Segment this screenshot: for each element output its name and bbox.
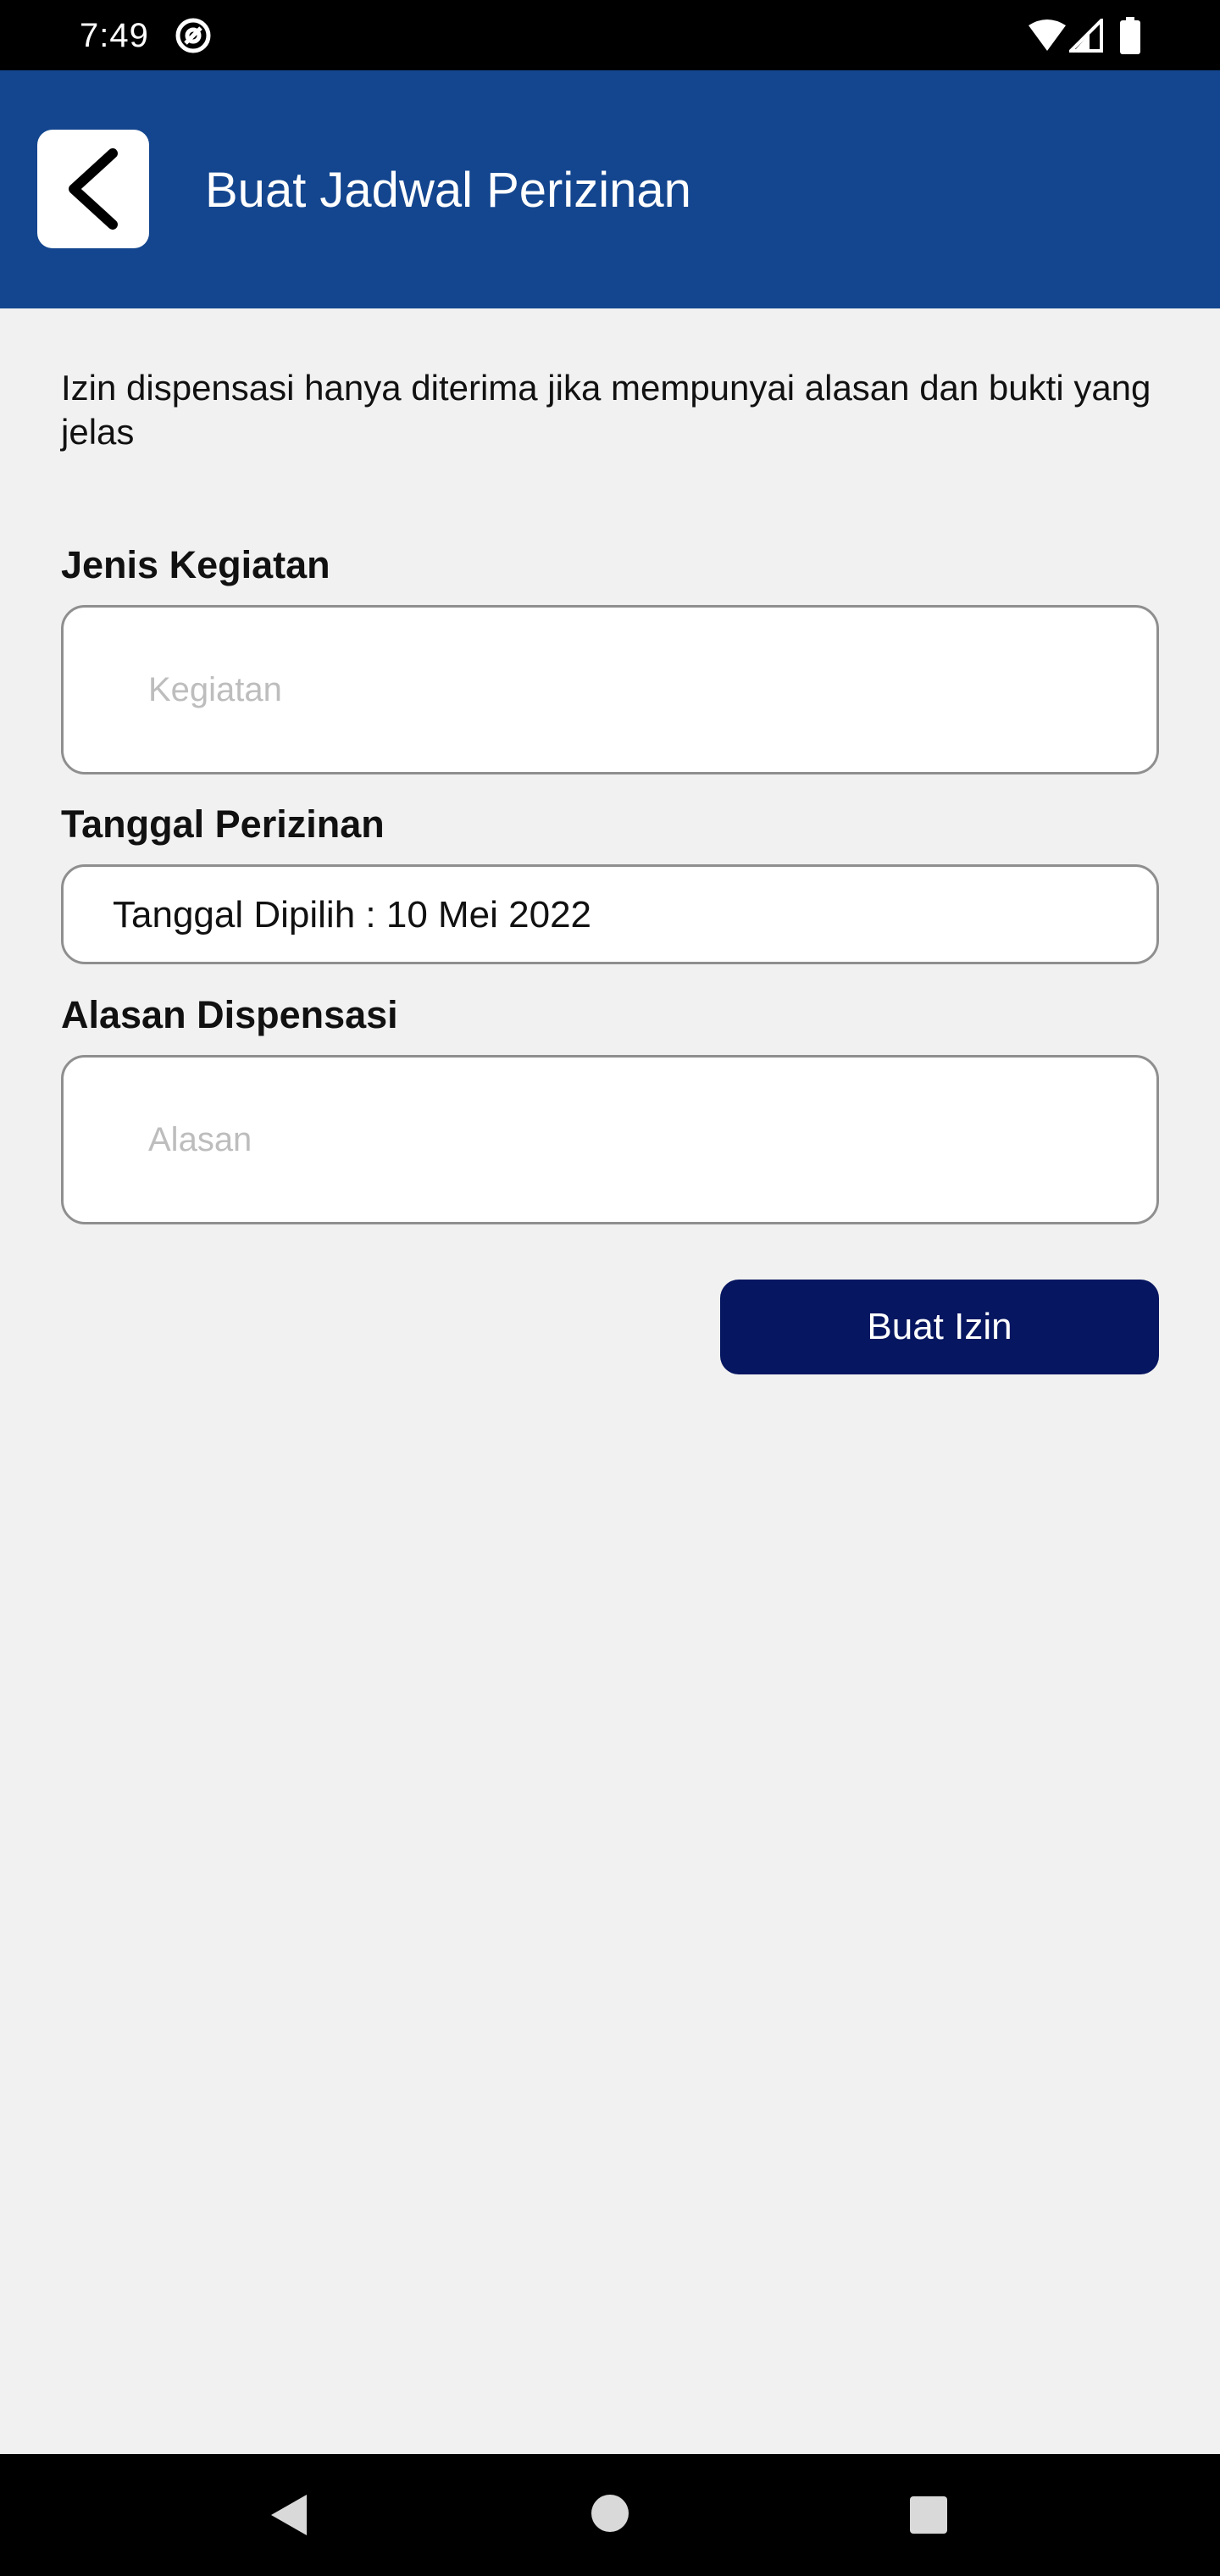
battery-icon xyxy=(1120,17,1140,54)
date-label: Tanggal Perizinan xyxy=(61,802,385,846)
back-button[interactable] xyxy=(37,130,149,248)
nav-back-icon[interactable] xyxy=(266,2491,310,2539)
status-time: 7:49 xyxy=(80,17,149,54)
activity-input[interactable] xyxy=(64,608,1156,772)
page-title: Buat Jadwal Perizinan xyxy=(205,163,691,218)
signal-icon xyxy=(1069,19,1103,53)
reason-field[interactable] xyxy=(61,1055,1159,1224)
submit-button[interactable]: Buat Izin xyxy=(720,1280,1159,1374)
nav-home-icon[interactable] xyxy=(590,2493,630,2534)
wifi-icon xyxy=(1029,19,1066,51)
app-bar: Buat Jadwal Perizinan xyxy=(0,70,1220,308)
reason-label: Alasan Dispensasi xyxy=(61,993,398,1036)
reason-input[interactable] xyxy=(64,1058,1156,1222)
status-bar: 7:49 xyxy=(0,0,1220,70)
info-text: Izin dispensasi hanya diterima jika memp… xyxy=(61,368,1151,452)
at-sign-icon xyxy=(175,18,211,53)
nav-recents-icon[interactable] xyxy=(908,2495,949,2535)
system-nav-bar xyxy=(0,2454,1220,2576)
date-picker-field[interactable]: Tanggal Dipilih : 10 Mei 2022 xyxy=(61,864,1159,964)
activity-field[interactable] xyxy=(61,605,1159,774)
chevron-left-icon xyxy=(69,148,118,230)
selected-date-text: Tanggal Dipilih : 10 Mei 2022 xyxy=(113,894,592,935)
activity-label: Jenis Kegiatan xyxy=(61,543,330,586)
